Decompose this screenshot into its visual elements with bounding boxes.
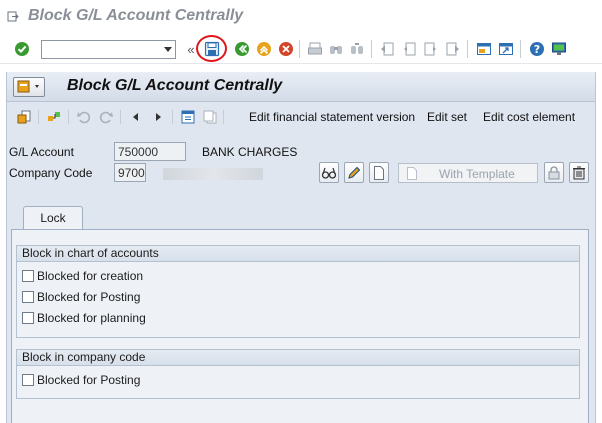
group-chart-of-accounts: Block in chart of accounts Blocked for c… (16, 245, 580, 338)
redo-icon[interactable] (97, 108, 115, 126)
company-code-label: Company Code (9, 166, 93, 180)
chevron-down-icon[interactable] (164, 47, 172, 52)
group-company-code: Block in company code Blocked for Postin… (16, 349, 580, 399)
find-icon[interactable] (327, 40, 345, 58)
toolbar-separator (120, 110, 121, 124)
next-entry-icon[interactable] (149, 108, 167, 126)
application-toolbar: Edit financial statement version Edit se… (7, 104, 595, 130)
toolbar-separator (299, 40, 300, 58)
edit-cost-element-button[interactable]: Edit cost element (483, 110, 575, 124)
lock-button[interactable] (544, 162, 564, 183)
toolbar-separator (520, 40, 521, 58)
trash-icon (573, 166, 585, 179)
toolbar-separator (172, 110, 173, 124)
pencil-icon (348, 166, 361, 179)
edit-button[interactable] (344, 162, 364, 183)
blocked-for-planning-row[interactable]: Blocked for planning (22, 310, 146, 326)
blocked-for-posting-coa-checkbox[interactable] (22, 291, 34, 303)
print-icon[interactable] (306, 40, 324, 58)
other-object-icon[interactable] (15, 108, 33, 126)
svg-text:?: ? (534, 43, 540, 56)
with-template-label: With Template (439, 167, 515, 181)
tab-strip: Lock (17, 205, 593, 229)
customize-layout-icon[interactable] (550, 40, 568, 58)
command-field[interactable] (41, 40, 176, 59)
group-company-code-title: Block in company code (17, 350, 579, 366)
previous-page-icon[interactable] (400, 40, 418, 58)
toolbar-separator (38, 110, 39, 124)
create-session-icon[interactable] (475, 40, 493, 58)
new-document-icon (374, 165, 384, 180)
shortcut-icon[interactable] (497, 40, 515, 58)
toolbar-separator (371, 40, 372, 58)
lock-icon (548, 165, 560, 179)
copy-document-icon[interactable] (201, 108, 219, 126)
toolbar-separator (68, 110, 69, 124)
next-page-icon[interactable] (422, 40, 440, 58)
window-title: Block G/L Account Centrally (28, 7, 244, 24)
help-icon[interactable]: ? (528, 40, 546, 58)
blocked-for-planning-label: Blocked for planning (37, 311, 146, 325)
blocked-for-posting-coa-label: Blocked for Posting (37, 290, 141, 304)
blocked-for-posting-cc-label: Blocked for Posting (37, 373, 141, 387)
blocked-for-creation-row[interactable]: Blocked for creation (22, 268, 143, 284)
tab-lock[interactable]: Lock (23, 206, 83, 229)
first-page-icon[interactable] (378, 40, 396, 58)
enter-icon[interactable] (13, 40, 31, 58)
template-document-icon (407, 167, 417, 180)
back-icon[interactable] (233, 40, 251, 58)
screen-title: Block G/L Account Centrally (67, 77, 283, 94)
screen-title-bar: Block G/L Account Centrally (7, 72, 595, 102)
last-page-icon[interactable] (444, 40, 462, 58)
undo-icon[interactable] (75, 108, 93, 126)
delete-button[interactable] (569, 162, 589, 183)
gl-account-field[interactable]: 750000 (114, 142, 186, 161)
glasses-icon (321, 167, 337, 179)
exit-menu-icon[interactable] (7, 11, 19, 22)
gl-account-description: BANK CHARGES (202, 145, 298, 159)
blocked-for-posting-cc-row[interactable]: Blocked for Posting (22, 372, 140, 388)
display-change-button[interactable] (319, 162, 339, 183)
gl-account-label: G/L Account (9, 145, 74, 159)
display-document-icon[interactable] (179, 108, 197, 126)
blocked-for-posting-cc-checkbox[interactable] (22, 374, 34, 386)
company-code-description-redacted (163, 168, 263, 180)
blocked-for-posting-coa-row[interactable]: Blocked for Posting (22, 289, 140, 305)
edit-set-button[interactable]: Edit set (427, 110, 467, 124)
group-chart-of-accounts-title: Block in chart of accounts (17, 246, 579, 262)
title-bar: Block G/L Account Centrally (0, 0, 602, 34)
system-menu-button[interactable] (13, 77, 45, 97)
menu-icon (17, 80, 39, 93)
find-next-icon[interactable] (348, 40, 366, 58)
blocked-for-planning-checkbox[interactable] (22, 312, 34, 324)
blocked-for-creation-checkbox[interactable] (22, 270, 34, 282)
cancel-icon[interactable] (277, 40, 295, 58)
toolbar-separator (467, 40, 468, 58)
with-template-button[interactable]: With Template (398, 163, 538, 183)
edit-fs-version-button[interactable]: Edit financial statement version (249, 110, 415, 124)
create-button[interactable] (369, 162, 389, 183)
previous-entry-icon[interactable] (127, 108, 145, 126)
toolbar-separator (223, 110, 224, 124)
exit-icon[interactable] (255, 40, 273, 58)
blocked-for-creation-label: Blocked for creation (37, 269, 144, 283)
company-code-field[interactable]: 9700 (114, 163, 146, 182)
tab-panel-lock: Block in chart of accounts Blocked for c… (11, 229, 589, 423)
screen-area: Block G/L Account Centrally Edit financi… (6, 72, 596, 423)
hierarchy-icon[interactable] (45, 108, 63, 126)
save-highlight-circle (196, 35, 227, 62)
